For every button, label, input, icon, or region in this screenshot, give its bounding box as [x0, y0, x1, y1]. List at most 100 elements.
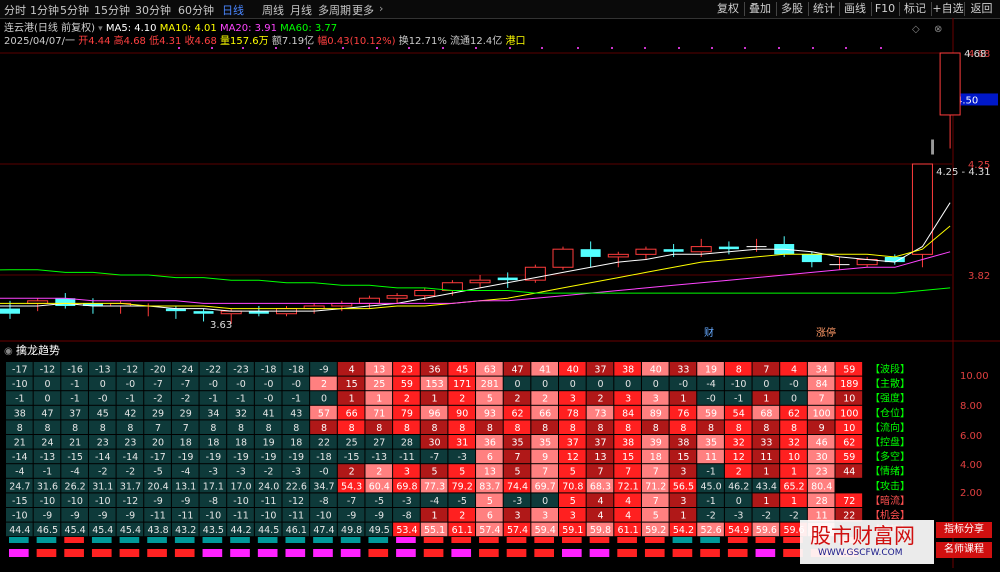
toolbar-button[interactable]: 统计 — [809, 1, 839, 17]
candle[interactable] — [469, 275, 491, 288]
finance-marker[interactable]: 财 — [704, 326, 714, 339]
indicator-cell-value: 18 — [650, 452, 662, 463]
signal-bar-bottom — [700, 549, 720, 557]
top-marker-dot — [611, 47, 613, 49]
indicator-cell: 45.4 — [61, 522, 88, 537]
indicator-cell-value: 46 — [816, 438, 828, 449]
toolbar-button[interactable]: 返回 — [965, 1, 998, 17]
toolbar-button[interactable]: 叠加 — [745, 1, 775, 17]
limit-up-marker[interactable]: 涨停 — [816, 326, 836, 339]
period-tab[interactable]: 月线 — [290, 2, 312, 18]
indicator-cell: 20.4 — [144, 478, 171, 493]
indicator-cell: 45 — [448, 362, 476, 376]
close-icon[interactable]: ⊗ — [934, 24, 942, 35]
indicator-cell-value: 40 — [567, 365, 579, 376]
period-tab[interactable]: 多周期 — [318, 2, 351, 18]
indicator-cell: 53.4 — [393, 522, 420, 537]
candle[interactable] — [911, 163, 933, 268]
toolbar-button[interactable]: 多股 — [777, 1, 807, 17]
quote-open: 4.44 — [88, 36, 111, 47]
indicator-cell-value: -14 — [123, 452, 139, 463]
candle[interactable] — [524, 264, 546, 283]
period-tab[interactable]: 5分钟 — [60, 2, 89, 18]
indicator-cell: 18 — [227, 435, 254, 449]
indicator-cell-value: 45.4 — [92, 525, 113, 536]
indicator-cell: 171 — [448, 376, 476, 391]
indicator-cell: 43 — [282, 405, 310, 420]
indicator-cell: 2 — [448, 391, 476, 405]
period-tab[interactable]: 1分钟 — [30, 2, 59, 18]
indicator-cell: -20 — [144, 362, 171, 376]
indicator-cell: -7 — [144, 376, 171, 391]
period-tab[interactable]: 60分钟 — [178, 2, 214, 18]
toolbar-separator — [964, 2, 965, 16]
indicator-cell-value: 8 — [487, 423, 493, 434]
signal-bar-bottom — [396, 549, 416, 557]
period-tab[interactable]: 更多 — [352, 2, 374, 18]
indicator-cell-value: 7 — [653, 496, 659, 507]
candle[interactable] — [663, 244, 684, 257]
indicator-cell-value: 29 — [152, 408, 164, 419]
period-tab[interactable]: 周线 — [262, 2, 284, 18]
indicator-cell-value: 4 — [597, 496, 603, 507]
indicator-cell-value: 5 — [653, 511, 659, 522]
candle[interactable] — [27, 298, 49, 312]
indicator-cell-value: 44.4 — [9, 525, 30, 536]
indicator-cell-value: 37 — [69, 408, 81, 419]
quote-close: 4.68 — [194, 36, 217, 47]
period-tab[interactable]: 15分钟 — [94, 2, 130, 18]
candle[interactable] — [110, 300, 132, 314]
indicator-cell: -12 — [282, 493, 310, 507]
toolbar-button[interactable]: +自选 — [932, 1, 964, 17]
indicator-cell: 9 — [807, 420, 835, 434]
toolbar-button[interactable]: 画线 — [840, 1, 870, 17]
period-tab[interactable]: 分时 — [4, 2, 26, 18]
indicator-cell: -11 — [254, 493, 282, 507]
indicator-cell: -24 — [171, 362, 199, 376]
indicator-cell-value: -0 — [706, 394, 715, 405]
indicator-cell-value: 1 — [680, 394, 686, 405]
indicator-cell-value: 0 — [44, 379, 50, 390]
indicator-cell-value: 3 — [404, 467, 410, 478]
indicator-cell-value: 59 — [401, 379, 413, 390]
settings-diamond-icon[interactable]: ◇ — [912, 24, 920, 35]
candle[interactable] — [635, 246, 657, 260]
indicator-cell-value: 20.4 — [147, 481, 168, 492]
toolbar-button[interactable]: 复权 — [713, 1, 743, 17]
indicator-cell-value: 1 — [791, 496, 797, 507]
indicator-cell: 3 — [503, 508, 531, 522]
candle[interactable] — [607, 251, 629, 268]
indicator-cell: 47.4 — [310, 522, 337, 537]
indicator-cell: 76 — [669, 405, 697, 420]
sector-tag[interactable]: 港口 — [505, 36, 525, 47]
indicator-cell-value: 68.3 — [590, 481, 611, 492]
indicator-cell-value: -8 — [319, 496, 328, 507]
period-tab[interactable]: 30分钟 — [135, 2, 171, 18]
toolbar-button[interactable]: 标记 — [900, 1, 930, 17]
more-chevron-icon[interactable]: › — [379, 2, 383, 15]
candle[interactable] — [829, 256, 850, 270]
indicator-cell: 62 — [780, 405, 807, 420]
period-tab[interactable]: 日线 — [222, 2, 244, 18]
indicator-cell: 4 — [780, 362, 807, 376]
indicator-cell: 5 — [559, 464, 586, 478]
indicator-cell: 74.4 — [503, 478, 531, 493]
candle[interactable] — [580, 241, 601, 268]
indicator-cell-value: 59.1 — [562, 525, 583, 536]
candle[interactable] — [414, 287, 436, 301]
candle[interactable] — [939, 52, 961, 149]
candle[interactable] — [55, 293, 76, 309]
indicator-cell: 35 — [531, 435, 558, 449]
indicator-cell: -4 — [6, 464, 33, 478]
main-kline-panel[interactable]: 4.68 4.25 3.82 4.50 4.68 4.25 - 4.31 3.63 财涨停 ◇ ⊗ — [0, 18, 1000, 342]
kline-chart-svg[interactable]: 4.684.253.824.504.684.25 - 4.313.63财 涨停◇ ⊗ — [0, 18, 1000, 342]
collapse-icon[interactable]: ◉ — [4, 346, 13, 357]
indicator-cell: -19 — [282, 449, 310, 464]
signal-bar-bottom — [91, 549, 112, 557]
indicator-cell: 66 — [337, 405, 365, 420]
indicator-cell: 89 — [641, 405, 669, 420]
indicator-cell: 3 — [669, 464, 697, 478]
toolbar-button[interactable]: F10 — [872, 1, 898, 17]
candle[interactable] — [552, 246, 574, 270]
signal-bar-top — [423, 537, 444, 543]
